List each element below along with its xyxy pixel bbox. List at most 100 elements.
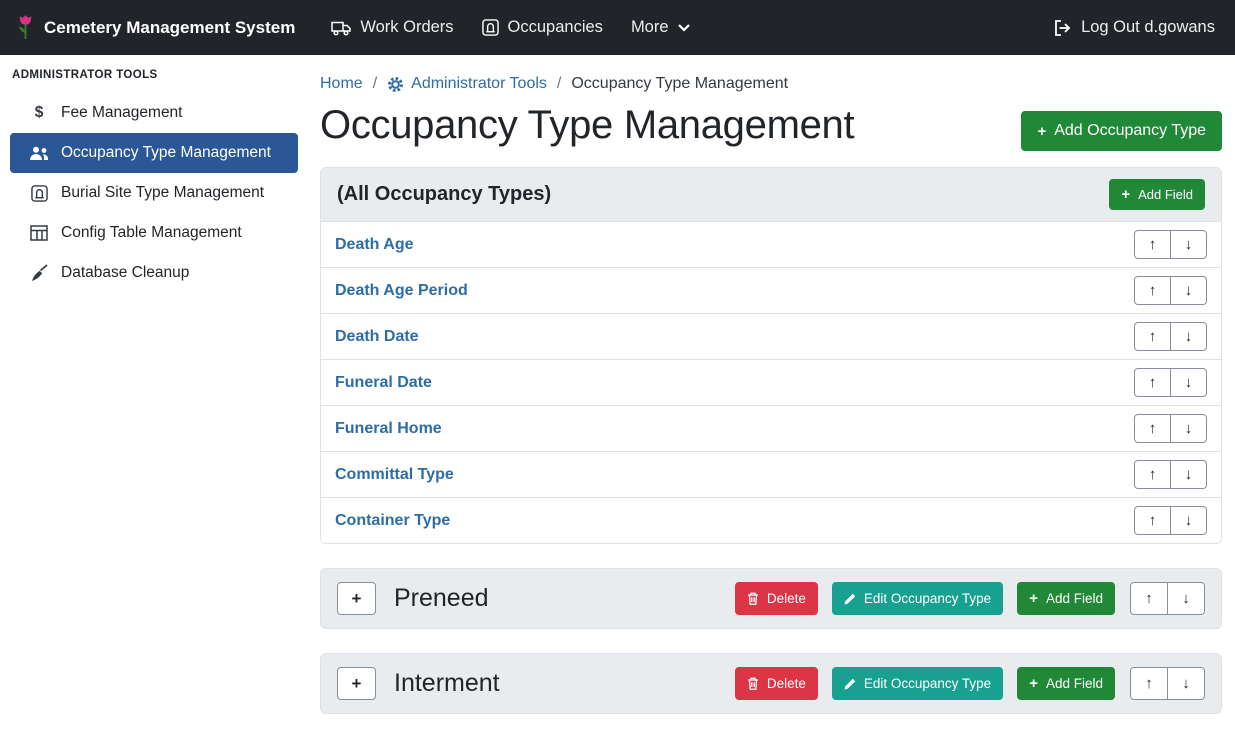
arrow-down-icon: ↓: [1182, 590, 1190, 607]
move-down-button[interactable]: ↓: [1167, 582, 1205, 615]
move-down-button[interactable]: ↓: [1167, 667, 1205, 700]
add-field-button[interactable]: + Add Field: [1017, 667, 1115, 700]
add-occupancy-type-label: Add Occupancy Type: [1054, 122, 1206, 140]
reorder-buttons: ↑ ↓: [1134, 368, 1207, 397]
nav-occupancies[interactable]: Occupancies: [482, 18, 603, 37]
trash-icon: [747, 592, 759, 605]
field-link[interactable]: Death Age: [335, 236, 414, 254]
add-occupancy-type-button[interactable]: + Add Occupancy Type: [1021, 111, 1222, 151]
sidebar-item-fee-management[interactable]: $ Fee Management: [10, 93, 298, 133]
move-up-button[interactable]: ↑: [1134, 506, 1171, 535]
breadcrumb-admin-tools-link[interactable]: Administrator Tools: [387, 75, 547, 93]
field-row: Death Date ↑ ↓: [321, 313, 1221, 359]
arrow-down-icon: ↓: [1185, 328, 1193, 345]
nav-work-orders[interactable]: Work Orders: [331, 18, 453, 37]
sidebar-item-label: Config Table Management: [61, 224, 242, 242]
all-occupancy-types-header: (All Occupancy Types) + Add Field: [321, 168, 1221, 221]
expand-button[interactable]: +: [337, 667, 376, 700]
delete-button[interactable]: Delete: [735, 667, 818, 700]
move-down-button[interactable]: ↓: [1170, 230, 1207, 259]
field-link[interactable]: Funeral Home: [335, 420, 442, 438]
occupancy-type-section-interment: + Interment Delete Edit Occupancy Type +…: [320, 653, 1222, 714]
nav-more[interactable]: More: [631, 18, 690, 37]
plus-icon: +: [352, 589, 362, 609]
edit-occupancy-type-label: Edit Occupancy Type: [864, 676, 991, 691]
arrow-up-icon: ↑: [1149, 282, 1157, 299]
nav-more-label: More: [631, 18, 669, 37]
arrow-down-icon: ↓: [1185, 420, 1193, 437]
plus-icon: +: [352, 674, 362, 694]
move-up-button[interactable]: ↑: [1134, 460, 1171, 489]
arrow-down-icon: ↓: [1185, 282, 1193, 299]
dollar-icon: $: [28, 104, 50, 122]
field-row: Funeral Date ↑ ↓: [321, 359, 1221, 405]
plus-icon: +: [1037, 124, 1046, 139]
brand-label: Cemetery Management System: [44, 18, 295, 38]
sidebar-item-burial-site-type-management[interactable]: Burial Site Type Management: [10, 173, 298, 213]
move-up-button[interactable]: ↑: [1134, 276, 1171, 305]
sidebar: Administrator Tools $ Fee Management Occ…: [0, 55, 308, 738]
occupancy-type-section-preneed: + Preneed Delete Edit Occupancy Type + A…: [320, 568, 1222, 629]
move-down-button[interactable]: ↓: [1170, 322, 1207, 351]
page-title: Occupancy Type Management: [320, 101, 854, 149]
plus-icon: +: [1029, 676, 1038, 691]
main-content: Home / Administrator Tools / Occupancy T…: [308, 55, 1235, 738]
arrow-up-icon: ↑: [1145, 675, 1153, 692]
section-title: Preneed: [394, 584, 489, 613]
logout-button[interactable]: Log Out d.gowans: [1054, 18, 1215, 37]
arrow-up-icon: ↑: [1149, 236, 1157, 253]
edit-occupancy-type-button[interactable]: Edit Occupancy Type: [832, 582, 1003, 615]
plus-icon: +: [1029, 591, 1038, 606]
nav-occupancies-label: Occupancies: [508, 18, 603, 37]
move-up-button[interactable]: ↑: [1134, 230, 1171, 259]
move-up-button[interactable]: ↑: [1134, 368, 1171, 397]
field-row: Container Type ↑ ↓: [321, 497, 1221, 543]
broom-icon: [28, 264, 50, 282]
move-up-button[interactable]: ↑: [1130, 667, 1168, 700]
field-row: Death Age ↑ ↓: [321, 221, 1221, 267]
move-down-button[interactable]: ↓: [1170, 276, 1207, 305]
pencil-icon: [844, 593, 856, 605]
reorder-buttons: ↑ ↓: [1134, 322, 1207, 351]
field-link[interactable]: Funeral Date: [335, 374, 432, 392]
sidebar-item-database-cleanup[interactable]: Database Cleanup: [10, 253, 298, 293]
truck-icon: [331, 20, 351, 36]
edit-occupancy-type-button[interactable]: Edit Occupancy Type: [832, 667, 1003, 700]
move-down-button[interactable]: ↓: [1170, 414, 1207, 443]
field-link[interactable]: Death Date: [335, 328, 419, 346]
sidebar-item-config-table-management[interactable]: Config Table Management: [10, 213, 298, 253]
move-down-button[interactable]: ↓: [1170, 506, 1207, 535]
breadcrumb-home-link[interactable]: Home: [320, 75, 363, 93]
reorder-buttons: ↑ ↓: [1134, 506, 1207, 535]
add-field-button[interactable]: + Add Field: [1109, 179, 1205, 210]
add-field-label: Add Field: [1046, 591, 1103, 606]
plus-icon: +: [1121, 187, 1130, 202]
arrow-up-icon: ↑: [1145, 590, 1153, 607]
move-up-button[interactable]: ↑: [1134, 322, 1171, 351]
move-down-button[interactable]: ↓: [1170, 368, 1207, 397]
field-link[interactable]: Committal Type: [335, 466, 454, 484]
move-up-button[interactable]: ↑: [1130, 582, 1168, 615]
logout-label: Log Out d.gowans: [1081, 18, 1215, 37]
arrow-down-icon: ↓: [1182, 675, 1190, 692]
arrow-up-icon: ↑: [1149, 512, 1157, 529]
field-link[interactable]: Death Age Period: [335, 282, 468, 300]
delete-button[interactable]: Delete: [735, 582, 818, 615]
top-navbar: Cemetery Management System Work Orders O…: [0, 0, 1235, 55]
arrow-down-icon: ↓: [1185, 374, 1193, 391]
breadcrumb-current: Occupancy Type Management: [571, 75, 788, 93]
expand-button[interactable]: +: [337, 582, 376, 615]
sidebar-item-occupancy-type-management[interactable]: Occupancy Type Management: [10, 133, 298, 173]
breadcrumb-separator: /: [557, 75, 561, 93]
move-down-button[interactable]: ↓: [1170, 460, 1207, 489]
move-up-button[interactable]: ↑: [1134, 414, 1171, 443]
tulip-logo-icon: [16, 14, 35, 41]
card-title: (All Occupancy Types): [337, 183, 551, 206]
arrow-up-icon: ↑: [1149, 374, 1157, 391]
users-icon: [28, 145, 50, 161]
add-field-button[interactable]: + Add Field: [1017, 582, 1115, 615]
add-field-label: Add Field: [1046, 676, 1103, 691]
field-link[interactable]: Container Type: [335, 512, 450, 530]
sidebar-item-label: Occupancy Type Management: [61, 144, 271, 162]
brand[interactable]: Cemetery Management System: [16, 14, 295, 41]
